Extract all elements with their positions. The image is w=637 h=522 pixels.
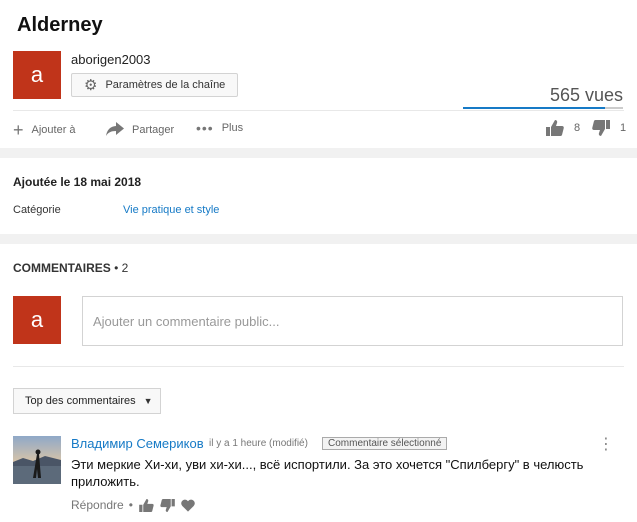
share-icon: [106, 121, 124, 139]
sort-label: Top des commentaires: [25, 395, 136, 407]
sort-comments-dropdown[interactable]: Top des commentaires ▼: [13, 388, 161, 414]
share-label: Partager: [132, 124, 175, 136]
user-avatar: a: [13, 296, 61, 344]
views-bar: [463, 107, 623, 109]
thumbs-down-icon: [592, 120, 610, 136]
dislike-button[interactable]: 1: [592, 120, 626, 136]
comment-menu-icon[interactable]: ⋮: [598, 437, 614, 453]
commenter-avatar[interactable]: [13, 436, 61, 484]
plus-icon: +: [13, 120, 24, 140]
share-button[interactable]: Partager: [106, 121, 174, 139]
view-count: 565 vues: [549, 85, 623, 105]
like-button[interactable]: 8: [546, 120, 580, 136]
divider: [13, 366, 624, 367]
video-title: Alderney: [17, 14, 103, 36]
comments-header: COMMENTAIRES • 2: [13, 261, 128, 275]
comments-count: • 2: [114, 261, 129, 275]
add-to-label: Ajouter à: [31, 124, 76, 136]
channel-settings-label: Paramètres de la chaîne: [105, 79, 226, 91]
thumbs-up-icon: [546, 120, 564, 136]
channel-avatar[interactable]: a: [13, 51, 61, 99]
comments-title: COMMENTAIRES: [13, 261, 111, 275]
comment-actions: Répondre •: [71, 498, 195, 512]
comments-section: COMMENTAIRES • 2 a Top des commentaires …: [0, 244, 637, 522]
video-info-card: Alderney a aborigen2003 ⚙ Paramètres de …: [0, 0, 637, 148]
video-details-card: Ajoutée le 18 mai 2018 Catégorie Vie pra…: [0, 158, 637, 234]
publish-date: Ajoutée le 18 mai 2018: [13, 175, 142, 189]
caret-down-icon: ▼: [143, 396, 153, 406]
more-label: Plus: [221, 122, 244, 134]
dislike-count: 1: [620, 122, 627, 134]
separator: •: [128, 498, 133, 512]
add-to-button[interactable]: + Ajouter à: [13, 121, 76, 139]
channel-settings-button[interactable]: ⚙ Paramètres de la chaîne: [71, 73, 238, 97]
comment-author[interactable]: Владимир Семериков: [71, 436, 204, 451]
comment-time[interactable]: il y a 1 heure (modifié): [209, 438, 308, 449]
more-button[interactable]: ••• Plus: [196, 121, 243, 135]
comment-input[interactable]: [82, 296, 623, 346]
heart-icon[interactable]: [181, 499, 195, 512]
reply-button[interactable]: Répondre: [71, 498, 124, 512]
more-dots-icon: •••: [196, 120, 214, 136]
divider: [13, 110, 624, 111]
channel-name[interactable]: aborigen2003: [71, 52, 151, 67]
category-label: Catégorie: [13, 204, 61, 216]
comment-like-icon[interactable]: [139, 498, 154, 512]
gear-icon: ⚙: [84, 76, 98, 94]
comment-dislike-icon[interactable]: [160, 498, 175, 512]
comment-text: Эти меркие Хи-хи, уви хи-хи..., всё испо…: [71, 457, 584, 489]
views-bar-fill: [463, 107, 606, 109]
category-link[interactable]: Vie pratique et style: [123, 204, 219, 216]
like-count: 8: [574, 122, 581, 134]
pinned-comment-badge: Commentaire sélectionné: [322, 437, 448, 450]
